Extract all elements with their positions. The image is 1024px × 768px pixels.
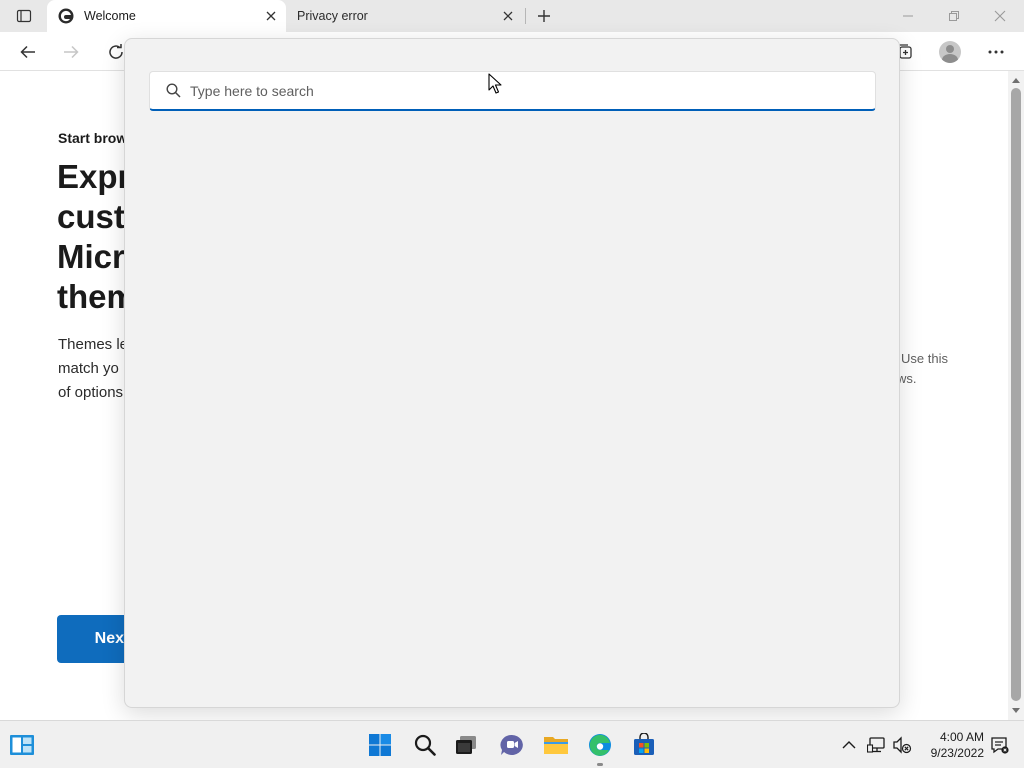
profile-icon[interactable]	[934, 36, 966, 68]
search-input[interactable]	[190, 72, 875, 109]
clock-time: 4:00 AM	[939, 730, 984, 744]
edge-icon	[57, 7, 75, 25]
right-text-line: Use this	[901, 351, 948, 366]
notification-icon[interactable]	[984, 729, 1016, 761]
widgets-icon[interactable]	[6, 729, 38, 761]
tab-privacy-error[interactable]: Privacy error	[287, 0, 523, 32]
active-app-indicator	[597, 763, 603, 766]
plus-icon[interactable]	[532, 4, 556, 28]
system-clock[interactable]: 4:00 AM 9/23/2022	[916, 729, 984, 761]
tab-welcome[interactable]: Welcome	[47, 0, 286, 32]
scroll-down-icon[interactable]	[1012, 707, 1020, 715]
more-icon[interactable]	[980, 36, 1012, 68]
search-icon[interactable]	[409, 729, 441, 761]
tab-title: Welcome	[84, 9, 136, 23]
scrollbar-thumb[interactable]	[1011, 88, 1021, 701]
search-icon	[164, 82, 182, 100]
close-icon[interactable]	[497, 5, 519, 27]
edge-icon[interactable]	[584, 729, 616, 761]
scroll-up-icon[interactable]	[1012, 76, 1020, 84]
right-text-line: ws.	[897, 371, 917, 386]
close-icon[interactable]	[260, 5, 282, 27]
back-arrow-icon[interactable]	[12, 36, 44, 68]
file-explorer-icon[interactable]	[540, 729, 572, 761]
minimize-button[interactable]	[885, 0, 931, 32]
task-view-icon[interactable]	[450, 729, 482, 761]
tab-title: Privacy error	[297, 9, 368, 23]
tab-strip: Welcome Privacy error	[0, 0, 1024, 32]
clock-date: 9/23/2022	[930, 746, 984, 760]
page-scrollbar[interactable]	[1008, 71, 1024, 720]
taskbar: 4:00 AM 9/23/2022	[0, 720, 1024, 768]
windows-start-icon[interactable]	[364, 729, 396, 761]
close-window-button[interactable]	[977, 0, 1023, 32]
volume-muted-icon[interactable]	[886, 729, 918, 761]
search-box[interactable]	[149, 71, 876, 111]
page-eyebrow: Start brow	[58, 130, 128, 146]
avatar	[939, 41, 961, 63]
search-flyout	[124, 38, 900, 708]
tab-actions-icon[interactable]	[6, 4, 42, 28]
store-icon[interactable]	[628, 729, 660, 761]
theme-option-description: Use this ws.	[890, 349, 1008, 389]
tab-separator	[525, 8, 526, 24]
forward-arrow-icon[interactable]	[55, 36, 87, 68]
chat-icon[interactable]	[496, 729, 528, 761]
restore-button[interactable]	[931, 0, 977, 32]
